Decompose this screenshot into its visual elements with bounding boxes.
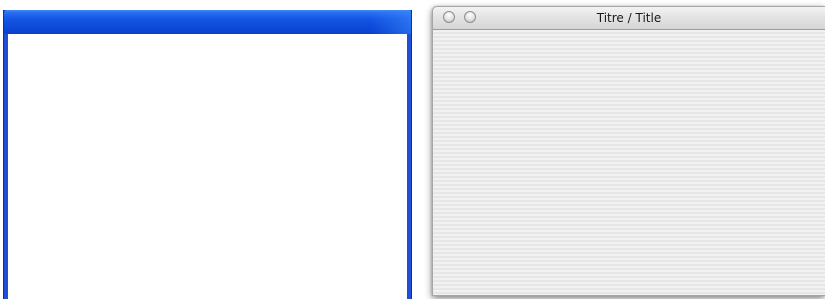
mac-window-title: Titre / Title [596, 11, 662, 25]
screenshot-stage: Titre / Title [0, 0, 825, 299]
mac-window-content [433, 30, 825, 295]
xp-window [3, 10, 412, 299]
xp-window-content [8, 34, 407, 299]
xp-window-titlebar[interactable] [4, 10, 411, 34]
mac-window-titlebar[interactable]: Titre / Title [433, 7, 825, 30]
mac-window: Titre / Title [432, 6, 825, 296]
